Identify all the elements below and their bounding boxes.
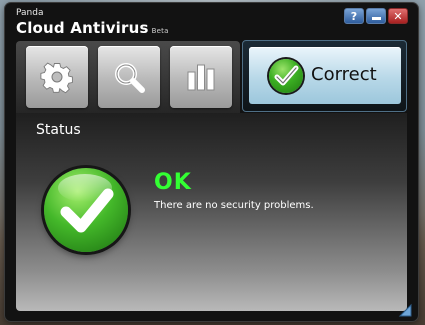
- settings-button[interactable]: [26, 46, 88, 108]
- close-button[interactable]: ✕: [388, 8, 408, 24]
- status-tab-face: Correct: [249, 47, 401, 104]
- search-icon: [115, 63, 145, 93]
- help-button[interactable]: ?: [344, 8, 364, 24]
- main-toolbar: [16, 41, 240, 113]
- bar-chart-icon: [187, 64, 215, 91]
- reports-button[interactable]: [170, 46, 232, 108]
- check-icon: [269, 59, 303, 93]
- title-bar[interactable]: Panda Cloud Antivirus Beta ? ✕: [5, 3, 418, 39]
- status-headline: OK: [154, 170, 192, 195]
- beta-badge: Beta: [151, 27, 169, 35]
- minimize-button[interactable]: [366, 8, 386, 24]
- close-icon: ✕: [393, 9, 403, 23]
- section-title: Status: [36, 122, 81, 138]
- app-name: Cloud Antivirus: [16, 19, 149, 37]
- status-tab-label: Correct: [311, 64, 377, 85]
- status-message: There are no security problems.: [154, 200, 314, 211]
- status-tab[interactable]: Correct: [242, 40, 407, 112]
- app-window: Panda Cloud Antivirus Beta ? ✕ Correct S…: [5, 3, 418, 321]
- app-title: Cloud Antivirus Beta: [16, 19, 169, 37]
- help-icon: ?: [350, 9, 358, 23]
- scan-button[interactable]: [98, 46, 160, 108]
- window-controls: ? ✕: [344, 8, 408, 24]
- minimize-icon: [371, 17, 381, 20]
- resize-grip-icon[interactable]: [398, 303, 412, 317]
- gear-icon: [40, 62, 73, 94]
- ok-check-icon: [44, 168, 128, 252]
- brand-vendor: Panda: [16, 8, 44, 18]
- status-panel: Status OK There are no security problems…: [16, 113, 407, 311]
